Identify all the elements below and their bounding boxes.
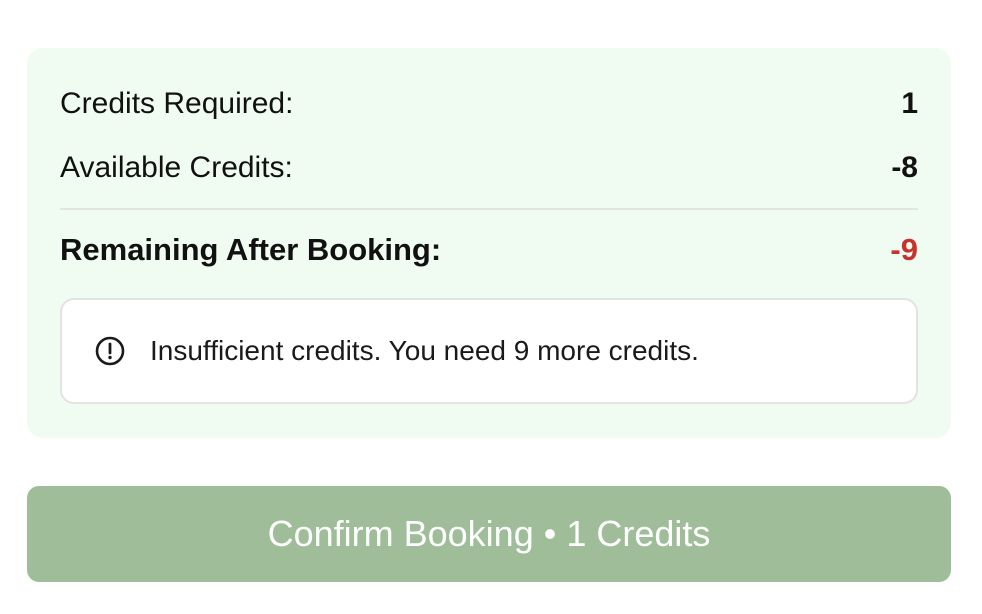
- credits-summary-card: Credits Required: 1 Available Credits: -…: [27, 48, 951, 438]
- credits-required-label: Credits Required:: [60, 87, 294, 120]
- available-credits-label: Available Credits:: [60, 151, 293, 184]
- alert-message: Insufficient credits. You need 9 more cr…: [150, 335, 699, 366]
- remaining-after-booking-value: -9: [890, 232, 918, 267]
- remaining-after-booking-label: Remaining After Booking:: [60, 232, 442, 267]
- available-credits-row: Available Credits: -8: [60, 148, 918, 188]
- confirm-booking-button[interactable]: Confirm Booking • 1 Credits: [27, 486, 951, 582]
- remaining-after-booking-row: Remaining After Booking: -9: [60, 230, 918, 270]
- insufficient-credits-alert: Insufficient credits. You need 9 more cr…: [60, 298, 918, 404]
- credits-required-row: Credits Required: 1: [60, 84, 918, 124]
- alert-circle-icon: [94, 335, 126, 367]
- divider: [60, 208, 918, 210]
- credits-required-value: 1: [901, 87, 918, 120]
- available-credits-value: -8: [891, 151, 918, 184]
